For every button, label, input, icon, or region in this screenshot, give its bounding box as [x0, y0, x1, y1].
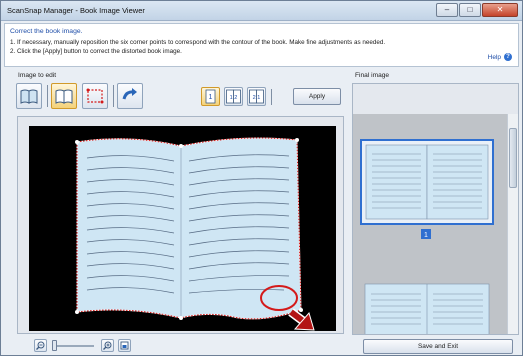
help-link[interactable]: Help ? — [488, 53, 512, 61]
image-to-edit-label: Image to edit — [18, 72, 57, 79]
page-badge: 1 — [424, 232, 428, 239]
single-page-icon: 1 — [205, 89, 216, 104]
left-right-pages-icon: 1 2 — [226, 89, 241, 104]
drag-arrow-icon — [288, 308, 315, 331]
bottom-bar: Save and Exit — [1, 337, 522, 356]
book-correction-mode-icon — [55, 89, 73, 104]
close-button[interactable]: ✕ — [482, 3, 518, 17]
rotate-button[interactable] — [117, 83, 143, 109]
rotate-icon — [122, 88, 137, 100]
zoom-in-button[interactable] — [101, 339, 114, 352]
toolbar-separator — [113, 85, 114, 107]
maximize-icon: □ — [467, 5, 473, 14]
page-mode-label-1: 1 — [209, 94, 213, 101]
minimize-button[interactable]: – — [436, 3, 458, 17]
save-and-exit-button[interactable]: Save and Exit — [363, 339, 513, 354]
edit-toolbar: 1 1 2 2 1 Apply — [16, 83, 346, 111]
zoom-slider-track[interactable] — [54, 345, 94, 347]
final-image-label: Final image — [355, 72, 390, 79]
toolbar-separator — [47, 85, 48, 107]
close-icon: ✕ — [496, 5, 504, 14]
fit-to-window-icon — [120, 341, 129, 350]
apply-button[interactable]: Apply — [293, 88, 341, 105]
book-image — [75, 137, 315, 331]
scrollbar-thumb[interactable] — [509, 128, 517, 188]
right-left-pages-button[interactable]: 2 1 — [247, 87, 266, 106]
window-controls: – □ ✕ — [435, 3, 518, 17]
point-selection-icon — [86, 88, 104, 104]
minimize-icon: – — [444, 5, 450, 14]
instructions-heading: Correct the book image. — [10, 28, 83, 35]
book-image-canvas[interactable] — [29, 126, 336, 331]
book-image-viewer-window: ScanSnap Manager - Book Image Viewer – □… — [0, 0, 523, 356]
whole-book-mode-button[interactable] — [16, 83, 42, 109]
maximize-button[interactable]: □ — [459, 3, 481, 17]
fit-to-window-button[interactable] — [118, 339, 131, 352]
instruction-line-1: 1. If necessary, manually reposition the… — [10, 39, 386, 46]
zoom-slider-handle[interactable] — [52, 340, 57, 351]
final-image-preview-list[interactable]: 1 — [353, 114, 508, 334]
image-edit-pane — [17, 116, 344, 334]
window-title: ScanSnap Manager - Book Image Viewer — [7, 6, 145, 15]
zoom-out-button[interactable] — [34, 339, 47, 352]
whole-book-mode-icon — [20, 89, 38, 104]
zoom-out-icon — [36, 341, 45, 350]
preview-scrollbar[interactable] — [507, 114, 518, 334]
title-bar[interactable]: ScanSnap Manager - Book Image Viewer – □… — [1, 1, 522, 21]
final-image-thumbnails: 1 — [360, 139, 494, 334]
page-mode-label-12: 1 2 — [230, 95, 238, 101]
question-icon: ? — [504, 53, 512, 61]
single-page-mode-button[interactable]: 1 — [201, 87, 220, 106]
book-correction-mode-button[interactable] — [51, 83, 77, 109]
instructions-panel: Correct the book image. 1. If necessary,… — [4, 23, 519, 67]
help-label: Help — [487, 53, 501, 61]
toolbar-separator — [271, 89, 272, 105]
point-selection-button[interactable] — [82, 83, 108, 109]
final-image-panel: 1 — [352, 83, 519, 335]
instruction-line-2: 2. Click the [Apply] button to correct t… — [10, 48, 182, 55]
page-mode-label-21: 2 1 — [253, 95, 261, 101]
zoom-in-icon — [103, 341, 112, 350]
left-right-pages-button[interactable]: 1 2 — [224, 87, 243, 106]
right-left-pages-icon: 2 1 — [249, 89, 264, 104]
